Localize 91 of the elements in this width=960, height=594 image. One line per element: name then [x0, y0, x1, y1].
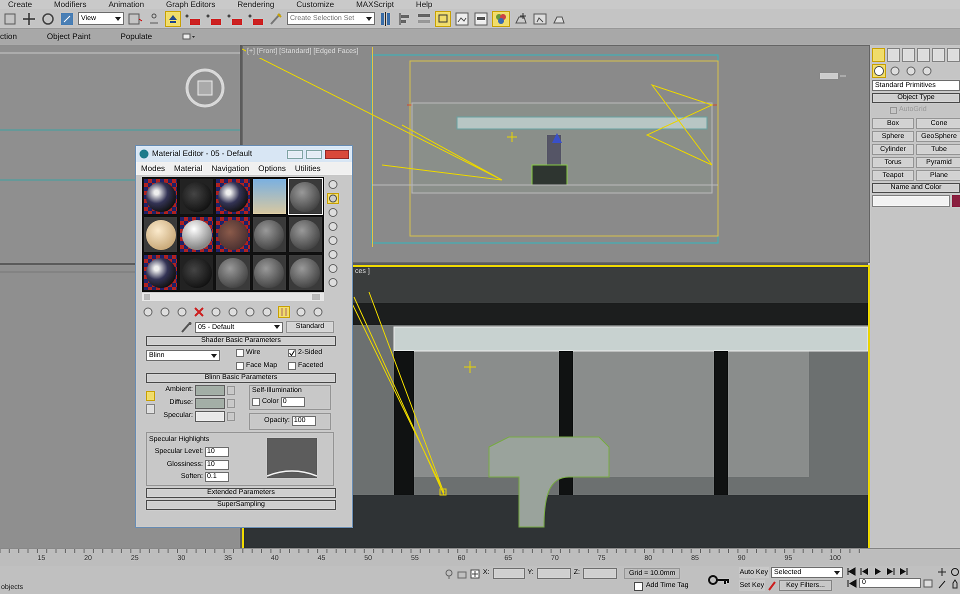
- eyedropper-icon[interactable]: [180, 321, 192, 333]
- coordinate-field[interactable]: [582, 568, 617, 579]
- chair-shape: [532, 164, 568, 186]
- schematic-view-icon[interactable]: [473, 10, 489, 26]
- motion-tab[interactable]: [917, 48, 930, 62]
- menu-item[interactable]: Utilities: [294, 162, 321, 174]
- ribbon-tab[interactable]: Object Paint: [46, 31, 90, 43]
- coordinate-field[interactable]: [492, 568, 525, 579]
- color-swatch[interactable]: [195, 411, 225, 422]
- pivot-icon[interactable]: [127, 10, 143, 26]
- panel-options-icon[interactable]: [182, 33, 196, 41]
- material-editor-button[interactable]: [492, 10, 510, 26]
- checkbox[interactable]: [288, 362, 296, 370]
- rotate-icon[interactable]: [40, 10, 56, 26]
- sphere-icon[interactable]: [872, 64, 886, 78]
- select-icon[interactable]: [2, 10, 18, 26]
- material-slot[interactable]: [143, 254, 178, 291]
- menu-item[interactable]: Modes: [141, 162, 166, 174]
- menu-item[interactable]: MAXScript: [356, 0, 394, 9]
- menu-item[interactable]: Navigation: [211, 162, 250, 174]
- key-mode-toggle-icon[interactable]: [847, 578, 857, 588]
- material-slot[interactable]: [252, 216, 287, 253]
- checkbox[interactable]: [236, 349, 244, 358]
- menu-item[interactable]: Options: [258, 162, 286, 174]
- menu-item[interactable]: Customize: [296, 0, 334, 9]
- edit-named-selection-icon[interactable]: [268, 10, 284, 26]
- time-configuration-icon[interactable]: [923, 578, 933, 588]
- delete-icon[interactable]: [193, 306, 205, 318]
- material-slot[interactable]: [215, 178, 251, 215]
- menu-item[interactable]: Animation: [108, 0, 144, 9]
- window-title: Material Editor - 05 - Default: [152, 148, 254, 160]
- window-icon: [438, 14, 448, 24]
- go-to-end-icon[interactable]: [899, 567, 909, 576]
- scene-explorer-button[interactable]: [435, 10, 451, 26]
- curve-editor-icon[interactable]: [454, 10, 470, 26]
- orbit-icon[interactable]: [950, 567, 960, 577]
- horizontal-scrollbar[interactable]: [142, 292, 324, 302]
- checkbox[interactable]: [288, 349, 296, 358]
- select-manipulate-button[interactable]: [165, 10, 181, 26]
- ribbon-tab[interactable]: Populate: [120, 31, 152, 43]
- checkbox[interactable]: [236, 362, 244, 370]
- caret-icon: [115, 16, 121, 20]
- color-swatch[interactable]: [195, 385, 225, 396]
- key-filter-icon[interactable]: [767, 580, 778, 590]
- next-frame-icon[interactable]: [886, 567, 896, 576]
- menu-item[interactable]: Rendering: [237, 0, 274, 9]
- material-slot[interactable]: [288, 216, 323, 253]
- caret-icon: [834, 570, 840, 574]
- coordinate-field[interactable]: [536, 568, 571, 579]
- hierarchy-tab[interactable]: [902, 48, 915, 62]
- material-slot[interactable]: [215, 254, 251, 291]
- material-slot[interactable]: [143, 216, 178, 253]
- absolute-mode-icon[interactable]: [470, 568, 480, 578]
- color-swatch[interactable]: [952, 194, 960, 206]
- menu-item[interactable]: Create: [8, 0, 32, 9]
- caret-icon: [211, 354, 217, 358]
- ribbon-tab[interactable]: ction: [0, 31, 17, 43]
- name-field[interactable]: [872, 194, 950, 206]
- time-tag-icon[interactable]: [634, 582, 643, 591]
- menu-item[interactable]: Modifiers: [54, 0, 86, 9]
- color-swatch[interactable]: [195, 398, 225, 409]
- material-slot[interactable]: [143, 178, 178, 215]
- go-to-start-icon[interactable]: [847, 567, 857, 576]
- utilities-tab[interactable]: [947, 48, 960, 62]
- field-of-view-icon[interactable]: [937, 579, 947, 589]
- material-slot[interactable]: [179, 216, 214, 253]
- menu-item[interactable]: Material: [174, 162, 202, 174]
- arrow-icon: [168, 14, 178, 24]
- checkbox[interactable]: [252, 398, 260, 406]
- menu-item[interactable]: Graph Editors: [166, 0, 216, 9]
- menu-item[interactable]: Help: [416, 0, 432, 9]
- close-button[interactable]: [325, 150, 349, 158]
- pin-icon[interactable]: [444, 568, 454, 578]
- zoom-icon[interactable]: [937, 567, 947, 577]
- material-slot[interactable]: [252, 254, 287, 291]
- display-tab[interactable]: [932, 48, 945, 62]
- rendered-frame-icon[interactable]: [532, 10, 548, 26]
- checkbox[interactable]: [890, 106, 897, 114]
- app-icon: [139, 149, 149, 159]
- scale-icon[interactable]: [59, 10, 75, 26]
- highlight-curve-graph: [267, 438, 317, 478]
- check-icon: [289, 350, 295, 356]
- show-end-result-icon[interactable]: [278, 306, 290, 318]
- previous-frame-icon[interactable]: [860, 567, 870, 576]
- pan-icon[interactable]: [950, 579, 960, 589]
- viewcube-icon[interactable]: [184, 67, 226, 109]
- material-slot[interactable]: [288, 254, 323, 291]
- material-slot[interactable]: [252, 178, 287, 215]
- spheres-icon: [495, 12, 507, 24]
- caret-icon: [366, 16, 372, 20]
- move-icon[interactable]: [21, 10, 37, 26]
